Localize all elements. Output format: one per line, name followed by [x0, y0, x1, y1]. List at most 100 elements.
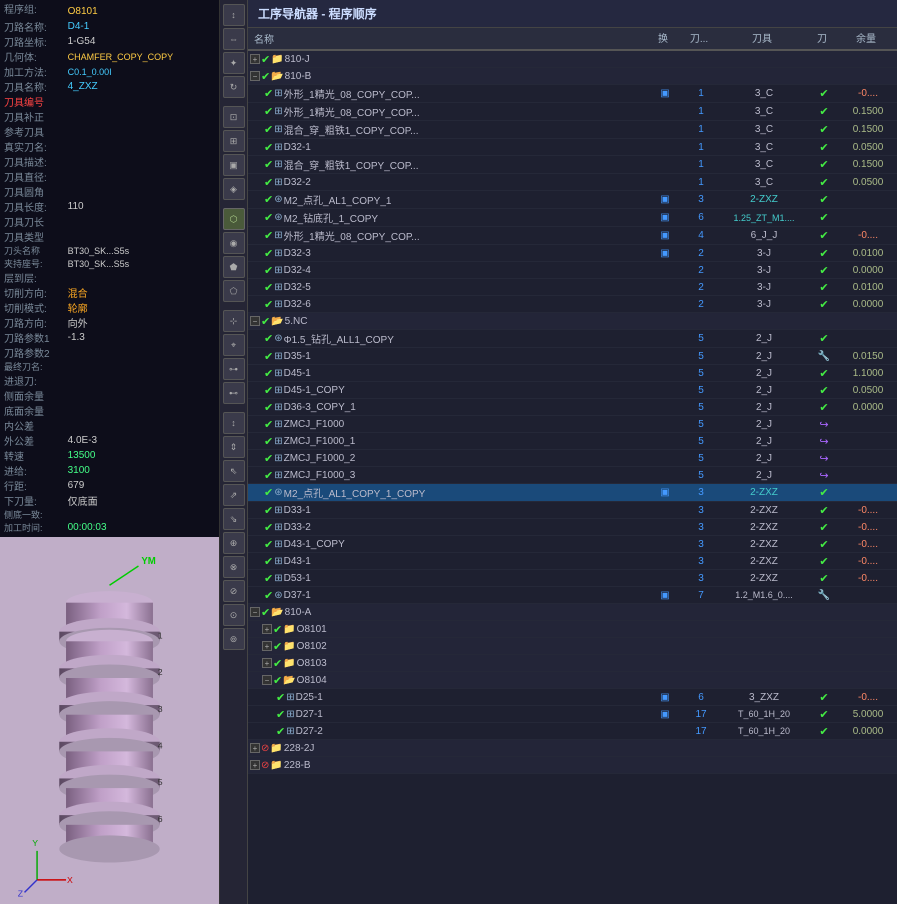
- toolbar-btn-5[interactable]: ⊡: [223, 106, 245, 128]
- expand-o8102[interactable]: +: [262, 641, 272, 651]
- info-cut-dir: 混合: [68, 285, 215, 300]
- toolbar-btn-26[interactable]: ⊚: [223, 628, 245, 650]
- col-header-tool: 刀具: [717, 30, 807, 47]
- toolbar-btn-2[interactable]: ⇔: [223, 28, 245, 50]
- row-d32-2[interactable]: ✔ ⊞ D32-2 1 3_C ✔ 0.0500: [248, 174, 897, 191]
- row-phi15[interactable]: ✔ ⊛ Φ1.5_钻孔_ALL1_COPY 5 2_J ✔: [248, 330, 897, 348]
- toolbar-btn-24[interactable]: ⊘: [223, 580, 245, 602]
- info-tool-radius: [68, 184, 215, 199]
- row-d32-1[interactable]: ✔ ⊞ D32-1 1 3_C ✔ 0.0500: [248, 139, 897, 156]
- file-icon: ⊞: [274, 419, 282, 430]
- row-waixing2[interactable]: ✔ ⊞ 外形_1精光_08_COPY_COP... 1 3_C ✔ 0.1500: [248, 103, 897, 121]
- toolbar-btn-18[interactable]: ⇕: [223, 436, 245, 458]
- toolbar-btn-19[interactable]: ⇖: [223, 460, 245, 482]
- row-d27-2[interactable]: ✔ ⊞ D27-2 17 T_60_1H_20 ✔ 0.0000: [248, 723, 897, 740]
- file-icon: ⊞: [274, 539, 282, 550]
- row-d35-1[interactable]: ✔ ⊞ D35-1 5 2_J 🔧 0.0150: [248, 348, 897, 365]
- tree-table[interactable]: .tr { display:grid; grid-template-column…: [248, 51, 897, 904]
- row-d32-3[interactable]: ✔ ⊞ D32-3 ▣ 2 3-J ✔ 0.0100: [248, 245, 897, 262]
- row-waixing3[interactable]: ✔ ⊞ 外形_1精光_08_COPY_COP... ▣ 4 6_J_J ✔ -0…: [248, 227, 897, 245]
- row-hunhe2[interactable]: ✔ ⊞ 混合_穿_粗铁1_COPY_COP... 1 3_C ✔ 0.1500: [248, 156, 897, 174]
- row-o8102[interactable]: + ✔ 📁 O8102: [248, 638, 897, 655]
- expand-o8104[interactable]: −: [262, 675, 272, 685]
- expand-228-b[interactable]: +: [250, 760, 260, 770]
- row-810-a[interactable]: − ✔ 📂 810-A: [248, 604, 897, 621]
- toolbar-btn-12[interactable]: ⬠: [223, 280, 245, 302]
- row-d45-1[interactable]: ✔ ⊞ D45-1 5 2_J ✔ 1.1000: [248, 365, 897, 382]
- row-228-b[interactable]: + ⊘ 📁 228-B: [248, 757, 897, 774]
- toolbar-btn-11[interactable]: ⬟: [223, 256, 245, 278]
- row-zmcj-f1000-2[interactable]: ✔ ⊞ ZMCJ_F1000_2 5 2_J ↪: [248, 450, 897, 467]
- folder-icon: 📂: [271, 607, 283, 618]
- file-icon: ⊞: [274, 230, 282, 241]
- row-d37-1[interactable]: ✔ ⊛ D37-1 ▣ 7 1.2_M1.6_0.... 🔧: [248, 587, 897, 604]
- info-tool-num: [68, 94, 215, 109]
- row-zmcj-f1000-3[interactable]: ✔ ⊞ ZMCJ_F1000_3 5 2_J ↪: [248, 467, 897, 484]
- row-d27-1[interactable]: ✔ ⊞ D27-1 ▣ 17 T_60_1H_20 ✔ 5.0000: [248, 706, 897, 723]
- toolbar-btn-6[interactable]: ⊞: [223, 130, 245, 152]
- info-inout: [68, 373, 215, 388]
- row-5nc[interactable]: − ✔ 📂 5.NC: [248, 313, 897, 330]
- toolbar-btn-22[interactable]: ⊕: [223, 532, 245, 554]
- toolbar-btn-3[interactable]: ✦: [223, 52, 245, 74]
- row-d45-1-copy[interactable]: ✔ ⊞ D45-1_COPY 5 2_J ✔ 0.0500: [248, 382, 897, 399]
- row-name: D33-2: [284, 522, 311, 533]
- row-810-b[interactable]: − ✔ 📂 810-B: [248, 68, 897, 85]
- expand-810-j[interactable]: +: [250, 54, 260, 64]
- row-o8104[interactable]: − ✔ 📂 O8104: [248, 672, 897, 689]
- toolbar-btn-21[interactable]: ⇘: [223, 508, 245, 530]
- toolbar-btn-25[interactable]: ⊙: [223, 604, 245, 626]
- toolbar-btn-7[interactable]: ▣: [223, 154, 245, 176]
- row-d33-2[interactable]: ✔ ⊞ D33-2 3 2-ZXZ ✔ -0....: [248, 519, 897, 536]
- row-228-2j[interactable]: + ⊘ 📁 228-2J: [248, 740, 897, 757]
- toolbar-btn-10[interactable]: ◉: [223, 232, 245, 254]
- row-d25-1[interactable]: ✔ ⊞ D25-1 ▣ 6 3_ZXZ ✔ -0....: [248, 689, 897, 706]
- row-m2-dian[interactable]: ✔ ⊛ M2_点孔_AL1_COPY_1 ▣ 3 2-ZXZ ✔: [248, 191, 897, 209]
- expand-5nc[interactable]: −: [250, 316, 260, 326]
- toolbar-btn-15[interactable]: ⊶: [223, 358, 245, 380]
- svg-text:5: 5: [158, 777, 163, 787]
- toolbar-btn-23[interactable]: ⊗: [223, 556, 245, 578]
- row-d33-1[interactable]: ✔ ⊞ D33-1 3 2-ZXZ ✔ -0....: [248, 502, 897, 519]
- row-hunhe1[interactable]: ✔ ⊞ 混合_穿_粗铁1_COPY_COP... 1 3_C ✔ 0.1500: [248, 121, 897, 139]
- file-icon: ⊞: [274, 106, 282, 117]
- row-d32-4[interactable]: ✔ ⊞ D32-4 2 3-J ✔ 0.0000: [248, 262, 897, 279]
- toolbar-btn-8[interactable]: ◈: [223, 178, 245, 200]
- row-name: 810-J: [285, 54, 310, 65]
- row-name: ZMCJ_F1000_1: [284, 436, 356, 447]
- row-d36-3-copy[interactable]: ✔ ⊞ D36-3_COPY_1 5 2_J ✔ 0.0000: [248, 399, 897, 416]
- row-d53-1[interactable]: ✔ ⊞ D53-1 3 2-ZXZ ✔ -0....: [248, 570, 897, 587]
- row-o8101[interactable]: + ✔ 📁 O8101: [248, 621, 897, 638]
- row-waixing1[interactable]: ✔ ⊞ 外形_1精光_08_COPY_COP... ▣ 1 3_C ✔ -0..…: [248, 85, 897, 103]
- toolbar-btn-1[interactable]: ↕: [223, 4, 245, 26]
- folder-icon: 📂: [271, 71, 283, 82]
- row-name: D32-1: [284, 142, 311, 153]
- row-d32-5[interactable]: ✔ ⊞ D32-5 2 3-J ✔ 0.0100: [248, 279, 897, 296]
- toolbar-btn-20[interactable]: ⇗: [223, 484, 245, 506]
- row-name: D27-2: [296, 726, 323, 737]
- expand-810-b[interactable]: −: [250, 71, 260, 81]
- info-real-name: [68, 139, 215, 154]
- row-810-j[interactable]: + ✔ 📁 810-J: [248, 51, 897, 68]
- row-zmcj-f1000[interactable]: ✔ ⊞ ZMCJ_F1000 5 2_J ↪: [248, 416, 897, 433]
- expand-o8101[interactable]: +: [262, 624, 272, 634]
- col-header-dv: 刀: [807, 30, 837, 47]
- file-icon: ⊞: [274, 573, 282, 584]
- toolbar-btn-14[interactable]: ⌖: [223, 334, 245, 356]
- row-d32-6[interactable]: ✔ ⊞ D32-6 2 3-J ✔ 0.0000: [248, 296, 897, 313]
- toolbar-btn-4[interactable]: ↻: [223, 76, 245, 98]
- expand-228-2j[interactable]: +: [250, 743, 260, 753]
- row-d43-1[interactable]: ✔ ⊞ D43-1 3 2-ZXZ ✔ -0....: [248, 553, 897, 570]
- toolbar-btn-17[interactable]: ↕: [223, 412, 245, 434]
- row-m2-zuan[interactable]: ✔ ⊛ M2_钻底孔_1_COPY ▣ 6 1.25_ZT_M1.... ✔: [248, 209, 897, 227]
- expand-o8103[interactable]: +: [262, 658, 272, 668]
- row-m2-dian-copy[interactable]: ✔ ⊛ M2_点孔_AL1_COPY_1_COPY ▣ 3 2-ZXZ ✔: [248, 484, 897, 502]
- row-zmcj-f1000-1[interactable]: ✔ ⊞ ZMCJ_F1000_1 5 2_J ↪: [248, 433, 897, 450]
- row-o8103[interactable]: + ✔ 📁 O8103: [248, 655, 897, 672]
- info-head-name: BT30_SK...S5s: [68, 244, 215, 257]
- toolbar-btn-16[interactable]: ⊷: [223, 382, 245, 404]
- toolbar-btn-9[interactable]: ⬡: [223, 208, 245, 230]
- expand-810-a[interactable]: −: [250, 607, 260, 617]
- row-d43-1-copy[interactable]: ✔ ⊞ D43-1_COPY 3 2-ZXZ ✔ -0....: [248, 536, 897, 553]
- toolbar-btn-13[interactable]: ⊹: [223, 310, 245, 332]
